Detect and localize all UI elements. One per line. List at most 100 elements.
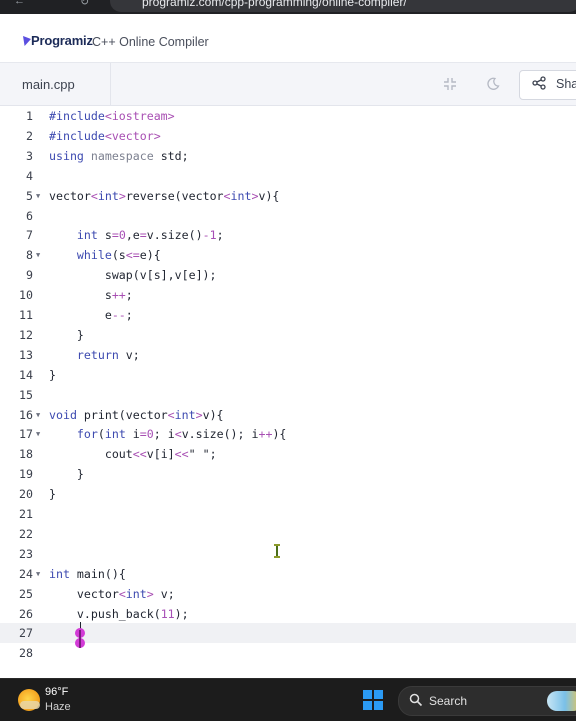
code-line[interactable]: 4	[0, 166, 576, 186]
code-line[interactable]: 26 v.push_back(11);	[0, 604, 576, 624]
search-label: Search	[429, 694, 468, 708]
programiz-logo[interactable]: Programiz	[23, 33, 93, 48]
code-text[interactable]: int main(){	[49, 564, 126, 584]
code-text[interactable]: using namespace std;	[49, 146, 189, 166]
fold-arrow-icon[interactable]: ▼	[36, 186, 40, 206]
search-highlight-image	[547, 691, 576, 711]
theme-toggle-button[interactable]	[478, 70, 508, 98]
logo-mark-icon	[23, 36, 31, 46]
code-text[interactable]: vector<int> v;	[49, 584, 175, 604]
fullscreen-button[interactable]	[435, 70, 465, 98]
code-line[interactable]: 1 #include<iostream>	[0, 106, 576, 126]
code-text[interactable]: #include<vector>	[49, 126, 161, 146]
code-line[interactable]: 23	[0, 544, 576, 564]
share-icon	[532, 76, 546, 90]
code-line[interactable]: 20}	[0, 484, 576, 504]
code-text[interactable]: v.push_back(11);	[49, 604, 189, 624]
tab-label: main.cpp	[22, 77, 75, 92]
browser-address-bar[interactable]: ← ↻ programiz.com/cpp-programming/online…	[0, 0, 576, 14]
code-text[interactable]: #include<iostream>	[49, 106, 175, 126]
line-number: 22	[19, 526, 33, 541]
back-icon[interactable]: ←	[14, 0, 25, 7]
code-line[interactable]: 14}	[0, 365, 576, 385]
code-line[interactable]: 22	[0, 524, 576, 544]
code-text[interactable]: }	[49, 325, 84, 345]
code-line[interactable]: 3 using namespace std;	[0, 146, 576, 166]
tab-main-cpp[interactable]: main.cpp	[0, 63, 111, 105]
code-text[interactable]: cout<<v[i]<<" ";	[49, 444, 217, 464]
line-number: 13	[19, 347, 33, 362]
line-number: 17	[19, 427, 33, 442]
line-number: 28	[19, 646, 33, 661]
line-number: 15	[19, 387, 33, 402]
line-number: 2	[26, 128, 33, 143]
weather-condition[interactable]: Haze	[45, 701, 71, 713]
reload-icon[interactable]: ↻	[80, 0, 89, 8]
line-number: 16	[19, 407, 33, 422]
code-text[interactable]: int s=0,e=v.size()-1;	[49, 225, 224, 245]
line-number: 10	[19, 288, 33, 303]
line-number: 12	[19, 327, 33, 342]
mouse-pointer-icon	[72, 628, 88, 650]
code-text[interactable]: return v;	[49, 345, 140, 365]
taskbar-search[interactable]: Search	[398, 686, 576, 716]
fold-arrow-icon[interactable]: ▼	[36, 564, 40, 584]
line-number: 27	[19, 626, 33, 641]
logo-text: Programiz	[31, 33, 93, 48]
moon-icon	[487, 77, 500, 90]
line-number: 23	[19, 546, 33, 561]
code-line[interactable]: 7 int s=0,e=v.size()-1;	[0, 225, 576, 245]
code-text[interactable]: s++;	[49, 285, 133, 305]
line-number: 3	[26, 148, 33, 163]
url-text[interactable]: programiz.com/cpp-programming/online-com…	[142, 0, 407, 9]
text-cursor-ibeam-icon	[274, 544, 280, 558]
code-text[interactable]: }	[49, 365, 56, 385]
code-line[interactable]: 13 return v;	[0, 345, 576, 365]
code-line[interactable]: 19 }	[0, 464, 576, 484]
line-number: 8	[26, 248, 33, 263]
page-title: C++ Online Compiler	[92, 35, 209, 49]
code-line[interactable]: 9 swap(v[s],v[e]);	[0, 265, 576, 285]
code-line[interactable]: 21	[0, 504, 576, 524]
code-line[interactable]: 12 }	[0, 325, 576, 345]
code-text[interactable]: e--;	[49, 305, 133, 325]
code-line[interactable]: 16 ▼ void print(vector<int>v){	[0, 405, 576, 425]
code-text[interactable]: while(s<=e){	[49, 245, 161, 265]
code-text[interactable]: vector<int>reverse(vector<int>v){	[49, 186, 279, 206]
code-line[interactable]: 15	[0, 385, 576, 405]
code-line[interactable]: 6	[0, 206, 576, 226]
fold-arrow-icon[interactable]: ▼	[36, 245, 40, 265]
windows-start-icon[interactable]	[363, 690, 383, 710]
code-text[interactable]: for(int i=0; i<v.size(); i++){	[49, 424, 286, 444]
line-number: 6	[26, 208, 33, 223]
share-button[interactable]: Share	[519, 70, 576, 100]
line-number: 14	[19, 367, 33, 382]
code-line[interactable]: 11 e--;	[0, 305, 576, 325]
code-line[interactable]: 8 ▼ while(s<=e){	[0, 245, 576, 265]
code-line[interactable]: 2 #include<vector>	[0, 126, 576, 146]
search-icon	[409, 693, 423, 707]
code-text[interactable]: void print(vector<int>v){	[49, 405, 224, 425]
code-text[interactable]: }	[49, 484, 56, 504]
line-number: 24	[19, 566, 33, 581]
code-text[interactable]: }	[49, 464, 84, 484]
line-number: 18	[19, 447, 33, 462]
code-editor[interactable]: 1 #include<iostream> 2 #include<vector> 3 usi…	[0, 106, 576, 678]
site-header: Programiz C++ Online Compiler	[0, 14, 576, 63]
fold-arrow-icon[interactable]: ▼	[36, 405, 40, 425]
line-number: 11	[19, 308, 33, 322]
code-line[interactable]: 25 vector<int> v;	[0, 584, 576, 604]
line-number: 9	[26, 268, 33, 283]
code-line[interactable]: 18 cout<<v[i]<<" ";	[0, 444, 576, 464]
fullscreen-icon	[444, 78, 456, 90]
weather-temperature[interactable]: 96°F	[45, 686, 68, 698]
code-line[interactable]: 10 s++;	[0, 285, 576, 305]
code-line[interactable]: 24 ▼ int main(){	[0, 564, 576, 584]
code-text[interactable]: swap(v[s],v[e]);	[49, 265, 217, 285]
line-number: 5	[26, 188, 33, 203]
code-line[interactable]: 5 ▼ vector<int>reverse(vector<int>v){	[0, 186, 576, 206]
fold-arrow-icon[interactable]: ▼	[36, 424, 40, 444]
code-line[interactable]: 17 ▼ for(int i=0; i<v.size(); i++){	[0, 424, 576, 444]
line-number: 26	[19, 606, 33, 621]
sun-cloud-icon[interactable]	[18, 689, 40, 711]
